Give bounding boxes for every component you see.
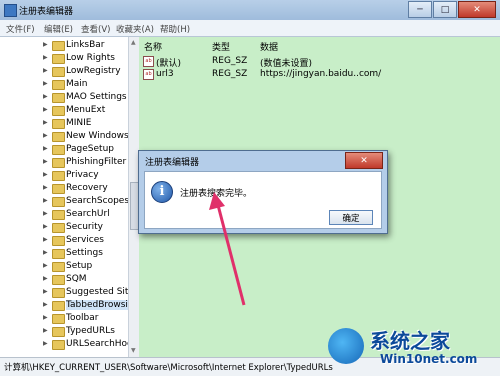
watermark-title: 系统之家 bbox=[370, 329, 450, 353]
watermark: 系统之家 Win10net.com bbox=[322, 322, 500, 375]
watermark-logo-icon bbox=[328, 328, 364, 364]
annotation-arrow-icon bbox=[209, 192, 246, 306]
regedit-window: 注册表编辑器 ─ □ ✕ 文件(F) 编辑(E) 查看(V) 收藏夹(A) 帮助… bbox=[0, 0, 500, 376]
watermark-subtitle: Win10net.com bbox=[380, 352, 478, 366]
